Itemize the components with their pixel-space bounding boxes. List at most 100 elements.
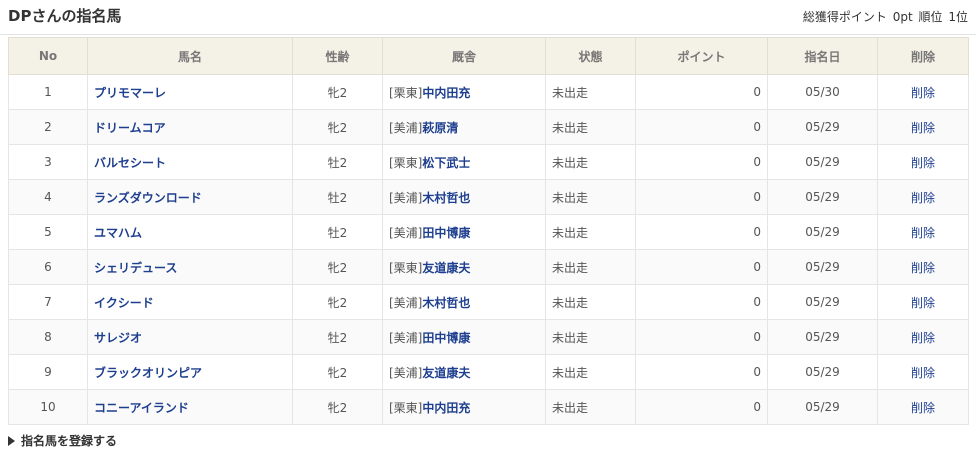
row-sex-age: 牡2 (292, 214, 383, 250)
trainer-link[interactable]: 友道康夫 (422, 261, 470, 275)
row-status: 未出走 (545, 74, 636, 110)
row-no: 5 (8, 214, 88, 250)
row-status: 未出走 (545, 284, 636, 320)
horse-name-link[interactable]: サレジオ (94, 331, 142, 345)
row-sex-age: 牡2 (292, 179, 383, 215)
page-header: DPさんの指名馬 総獲得ポイント 0pt 順位 1位 (0, 0, 976, 35)
row-date: 05/29 (767, 214, 878, 250)
row-stable: [栗東]中内田充 (382, 389, 546, 425)
delete-link[interactable]: 削除 (911, 121, 935, 135)
column-header-status: 状態 (545, 37, 636, 75)
column-header-delete: 削除 (877, 37, 969, 75)
horse-name-link[interactable]: シェリデュース (94, 261, 177, 275)
row-points: 0 (635, 319, 768, 355)
delete-link[interactable]: 削除 (911, 261, 935, 275)
horse-name-link[interactable]: コニーアイランド (94, 401, 189, 415)
horse-name-link[interactable]: ランズダウンロード (94, 191, 202, 205)
stable-region: [美浦] (389, 120, 423, 135)
stable-region: [美浦] (389, 225, 423, 240)
row-points: 0 (635, 354, 768, 390)
trainer-link[interactable]: 松下武士 (422, 156, 470, 170)
delete-link[interactable]: 削除 (911, 156, 935, 170)
row-stable: [栗東]中内田充 (382, 74, 546, 110)
delete-link[interactable]: 削除 (911, 86, 935, 100)
row-sex-age: 牡2 (292, 319, 383, 355)
total-points-label: 総獲得ポイント (802, 10, 887, 24)
row-stable: [美浦]木村哲也 (382, 284, 546, 320)
table-row: 4 ランズダウンロード 牡2 [美浦]木村哲也 未出走 0 05/29 削除 (8, 179, 969, 215)
horse-name-link[interactable]: ユマハム (94, 226, 142, 240)
trainer-link[interactable]: 中内田充 (422, 401, 470, 415)
trainer-link[interactable]: 中内田充 (422, 86, 470, 100)
row-points: 0 (635, 214, 768, 250)
column-header-name: 馬名 (87, 37, 293, 75)
row-no: 3 (8, 144, 88, 180)
row-sex-age: 牝2 (292, 389, 383, 425)
rank-value: 1位 (948, 10, 968, 24)
row-no: 4 (8, 179, 88, 215)
row-date: 05/29 (767, 319, 878, 355)
horse-name-link[interactable]: イクシード (94, 296, 154, 310)
row-date: 05/29 (767, 144, 878, 180)
delete-link[interactable]: 削除 (911, 226, 935, 240)
trainer-link[interactable]: 友道康夫 (422, 366, 470, 380)
row-status: 未出走 (545, 249, 636, 285)
table-row: 5 ユマハム 牡2 [美浦]田中博康 未出走 0 05/29 削除 (8, 214, 969, 250)
stable-region: [栗東] (389, 260, 423, 275)
trainer-link[interactable]: 田中博康 (422, 331, 470, 345)
delete-link[interactable]: 削除 (911, 191, 935, 205)
row-date: 05/29 (767, 179, 878, 215)
row-sex-age: 牝2 (292, 354, 383, 390)
stable-region: [栗東] (389, 85, 423, 100)
row-date: 05/30 (767, 74, 878, 110)
row-stable: [栗東]友道康夫 (382, 249, 546, 285)
delete-link[interactable]: 削除 (911, 331, 935, 345)
trainer-link[interactable]: 木村哲也 (422, 296, 470, 310)
stable-region: [栗東] (389, 400, 423, 415)
delete-link[interactable]: 削除 (911, 401, 935, 415)
triangle-right-icon (8, 436, 15, 446)
register-horse-label: 指名馬を登録する (21, 434, 118, 448)
table-row: 8 サレジオ 牡2 [美浦]田中博康 未出走 0 05/29 削除 (8, 319, 969, 355)
horse-name-link[interactable]: バルセシート (94, 156, 166, 170)
register-horse-link[interactable]: 指名馬を登録する (8, 432, 117, 449)
row-status: 未出走 (545, 144, 636, 180)
row-points: 0 (635, 389, 768, 425)
column-header-no: No (8, 37, 88, 75)
row-stable: [美浦]田中博康 (382, 214, 546, 250)
stable-region: [美浦] (389, 190, 423, 205)
row-status: 未出走 (545, 109, 636, 145)
rank-label: 順位 (918, 10, 943, 24)
row-no: 9 (8, 354, 88, 390)
row-stable: [栗東]松下武士 (382, 144, 546, 180)
horse-name-link[interactable]: ブラックオリンピア (94, 366, 202, 380)
column-header-stable: 厩舎 (382, 37, 546, 75)
trainer-link[interactable]: 木村哲也 (422, 191, 470, 205)
row-date: 05/29 (767, 354, 878, 390)
row-no: 1 (8, 74, 88, 110)
row-stable: [美浦]萩原清 (382, 109, 546, 145)
row-points: 0 (635, 179, 768, 215)
table-header-row: No 馬名 性齢 厩舎 状態 ポイント 指名日 削除 (8, 37, 969, 75)
row-status: 未出走 (545, 354, 636, 390)
column-header-points: ポイント (635, 37, 768, 75)
total-points-value: 0pt (892, 10, 913, 24)
horse-name-link[interactable]: プリモマーレ (94, 86, 166, 100)
row-stable: [美浦]友道康夫 (382, 354, 546, 390)
row-status: 未出走 (545, 214, 636, 250)
table-row: 2 ドリームコア 牝2 [美浦]萩原清 未出走 0 05/29 削除 (8, 109, 969, 145)
table-row: 1 プリモマーレ 牝2 [栗東]中内田充 未出走 0 05/30 削除 (8, 74, 969, 110)
trainer-link[interactable]: 田中博康 (422, 226, 470, 240)
row-date: 05/29 (767, 249, 878, 285)
row-sex-age: 牝2 (292, 284, 383, 320)
trainer-link[interactable]: 萩原清 (422, 121, 458, 135)
row-no: 10 (8, 389, 88, 425)
horse-name-link[interactable]: ドリームコア (94, 121, 166, 135)
row-date: 05/29 (767, 109, 878, 145)
table-row: 10 コニーアイランド 牝2 [栗東]中内田充 未出走 0 05/29 削除 (8, 389, 969, 425)
row-sex-age: 牡2 (292, 144, 383, 180)
delete-link[interactable]: 削除 (911, 296, 935, 310)
table-row: 7 イクシード 牝2 [美浦]木村哲也 未出走 0 05/29 削除 (8, 284, 969, 320)
table-row: 3 バルセシート 牡2 [栗東]松下武士 未出走 0 05/29 削除 (8, 144, 969, 180)
delete-link[interactable]: 削除 (911, 366, 935, 380)
